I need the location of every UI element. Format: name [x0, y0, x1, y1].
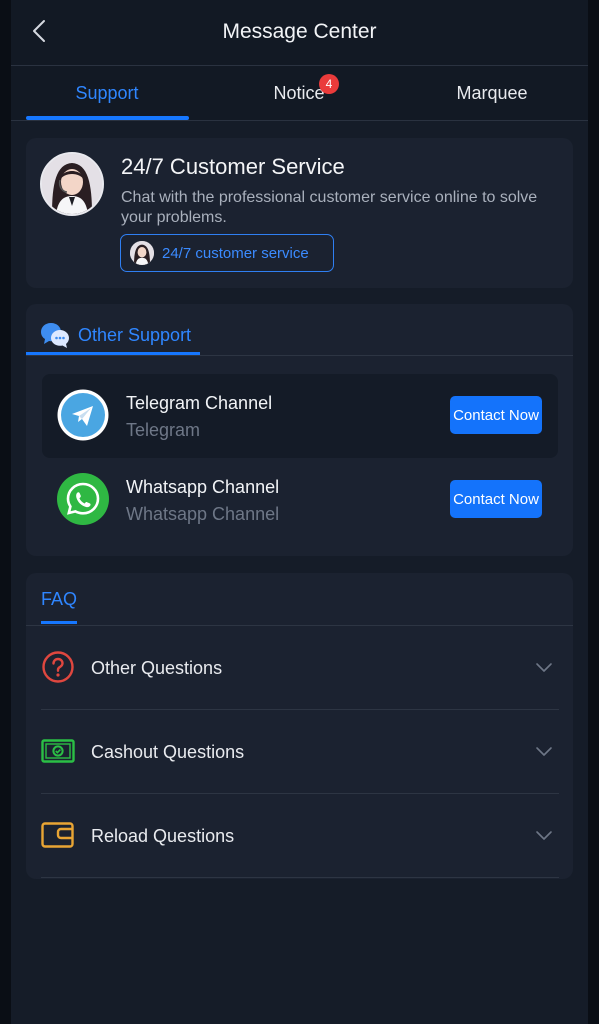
- faq-item-label: Reload Questions: [91, 826, 235, 846]
- contact-now-button-whatsapp[interactable]: Contact Now: [450, 480, 542, 518]
- chat-bubbles-icon: [41, 323, 69, 348]
- divider: [26, 355, 573, 356]
- channel-title: Telegram Channel: [126, 393, 273, 413]
- faq-item-label: Cashout Questions: [91, 742, 245, 762]
- tab-marquee[interactable]: Marquee: [396, 66, 588, 121]
- header: Message Center: [11, 0, 588, 66]
- faq-item-other[interactable]: Other Questions: [41, 626, 559, 710]
- whatsapp-icon: [57, 473, 109, 525]
- customer-service-description: Chat with the professional customer serv…: [121, 189, 538, 226]
- cash-icon: [41, 739, 75, 763]
- faq-item-cashout[interactable]: Cashout Questions: [41, 710, 559, 794]
- active-tab-indicator: [26, 116, 189, 120]
- tab-bar: Support Notice Marquee: [11, 66, 588, 121]
- other-support-tab[interactable]: Other Support: [40, 314, 191, 356]
- customer-service-button-label: 24/7 customer service: [162, 244, 309, 262]
- other-support-card: Other Support Telegram Channel Telegram …: [26, 304, 573, 556]
- faq-item-label: Other Questions: [91, 658, 223, 678]
- agent-mini-avatar-icon: [130, 241, 154, 265]
- app-screen: Message Center Support Notice Marquee 4 …: [11, 0, 588, 1024]
- faq-card: FAQ Other Questions Cashout Questions Re…: [26, 573, 573, 879]
- chevron-down-icon: [536, 663, 552, 672]
- contact-now-button-telegram[interactable]: Contact Now: [450, 396, 542, 434]
- page-title: Message Center: [222, 20, 377, 43]
- customer-service-card: 24/7 Customer Service Chat with the prof…: [26, 138, 573, 288]
- tab-notice[interactable]: Notice: [203, 66, 395, 121]
- tab-support[interactable]: Support: [11, 66, 203, 121]
- telegram-icon: [57, 389, 109, 441]
- other-support-label: Other Support: [78, 324, 192, 345]
- chevron-down-icon: [536, 831, 552, 840]
- channel-row-whatsapp[interactable]: Whatsapp Channel Whatsapp Channel Contac…: [42, 458, 558, 542]
- faq-tab[interactable]: FAQ: [41, 589, 77, 610]
- customer-service-title: 24/7 Customer Service: [121, 154, 345, 179]
- channel-subtitle: Telegram: [126, 420, 201, 440]
- notice-count-badge: 4: [319, 74, 339, 94]
- channel-title: Whatsapp Channel: [126, 477, 280, 497]
- wallet-icon: [41, 822, 74, 848]
- chevron-down-icon: [536, 747, 552, 756]
- question-circle-icon: [42, 651, 74, 683]
- channel-row-telegram[interactable]: Telegram Channel Telegram Contact Now: [42, 374, 558, 458]
- agent-avatar: [40, 152, 104, 216]
- agent-avatar-icon: [42, 154, 102, 214]
- channel-subtitle: Whatsapp Channel: [126, 504, 280, 524]
- customer-service-button[interactable]: 24/7 customer service: [120, 234, 334, 272]
- agent-mini-avatar: [130, 241, 154, 265]
- faq-indicator: [41, 621, 77, 624]
- faq-item-reload[interactable]: Reload Questions: [41, 794, 559, 878]
